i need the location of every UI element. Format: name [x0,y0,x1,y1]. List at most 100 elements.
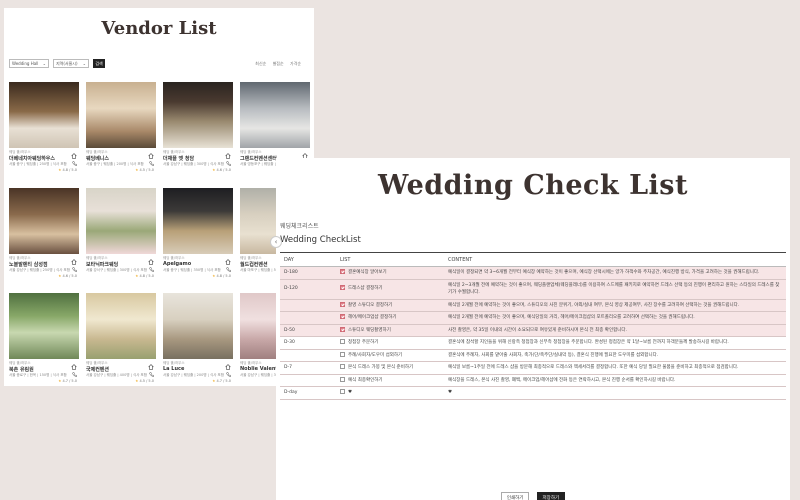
phone-icon[interactable] [149,161,154,166]
task-label: 스튜디오 웨딩촬영하기 [348,327,391,333]
phone-icon[interactable] [226,161,231,166]
sort-latest-link[interactable]: 최신순 [255,61,266,66]
checklist-row: 주례/사회자/도우미 섭외하기 결혼식에 주례자, 사회를 맡아줄 사회자, 축가… [280,349,786,362]
search-button[interactable]: 검색 [93,59,105,68]
task-label: 드레스샵 결정하기 [348,286,383,292]
vendor-card[interactable]: 웨딩 홀/하우스 Apelgamo 서울 중구 | 웨딩홀 | 350명 | 식사 … [163,188,233,286]
list-cell: 청첩장 주문하기 [336,336,444,350]
home-icon[interactable] [71,259,77,265]
list-cell: 헤어/메이크업샵 결정하기 [336,311,444,325]
home-icon[interactable] [225,153,231,159]
phone-icon[interactable] [72,372,77,377]
task-checkbox[interactable] [340,326,345,332]
task-checkbox[interactable] [340,314,345,319]
vendor-info: 서울 강남구 | 웨딩홀 | 300명 | 식사 포함 [163,162,224,166]
vendor-info: 서울 종로구 | 한옥 | 150명 | 식사 포함 [9,373,67,377]
vendor-photo[interactable] [163,188,233,254]
phone-icon[interactable] [226,267,231,272]
content-cell: 예식일 2개월 전에 예약하는 것이 좋으며, 예식당일의 거리, 헤어/메이크… [444,311,786,325]
vendor-photo[interactable] [163,293,233,359]
region-select[interactable]: 지역(서울시) ⌄ [53,59,89,68]
vendor-list-panel: Vendor List Wedding Hall ⌄ 지역(서울시) ⌄ 검색 … [4,8,314,386]
home-icon[interactable] [225,259,231,265]
vendor-card[interactable]: 웨딩 홀/하우스 국제컨벤션 서울 강남구 | 웨딩홀 | 400명 | 식사 포함… [86,293,156,386]
phone-icon[interactable] [72,161,77,166]
vendor-name[interactable]: 더채플 앳 청담 [163,155,194,162]
checklist-row: 예식 최종확인하기 예식장을 드레스, 본식 사진 촬영, 폐백, 메이크업/헤어… [280,374,786,387]
vendor-card[interactable]: 웨딩 홀/하우스 La Luce 서울 강남구 | 웨딩홀 | 200명 | 식사 … [163,293,233,386]
vendor-rating: ★ 4.8 / 5.0 [212,274,231,278]
save-button[interactable]: 저장하기 [536,492,566,500]
vendor-card[interactable]: 웨딩 홀/하우스 북촌 유림원 서울 종로구 | 한옥 | 150명 | 식사 포함… [9,293,79,386]
day-cell [280,311,336,325]
vendor-photo[interactable] [86,188,156,254]
vendor-name[interactable]: 웨딩베니스 [86,155,109,162]
vendor-name[interactable]: La Luce [163,366,184,372]
vendor-photo[interactable] [86,293,156,359]
vendor-card[interactable]: 웨딩 홀/하우스 노블발렌티 삼성점 서울 강남구 | 웨딩홀 | 250명 | 식… [9,188,79,286]
chevron-left-icon[interactable]: ‹ [270,236,282,248]
checklist-row: D-120 드레스샵 결정하기 예식일 2~3개월 전에 예약하는 것이 좋으며, … [280,279,786,300]
home-icon[interactable] [225,364,231,370]
category-select[interactable]: Wedding Hall ⌄ [9,59,49,68]
vendor-rating: ★ 4.7 / 5.0 [212,379,231,383]
vendor-name[interactable]: 노블발렌티 삼성점 [9,261,48,268]
vendor-card[interactable]: 웨딩 홀/하우스 더베네치아웨딩하우스 서울 중구 | 웨딩홀 | 250명 | 식… [9,82,79,180]
home-icon[interactable] [148,364,154,370]
vendor-photo[interactable] [240,82,310,148]
vendor-name[interactable]: 북촌 유림원 [9,366,34,373]
task-checkbox[interactable] [340,351,345,357]
vendor-card[interactable]: 웨딩 홀/하우스 보타닉파크웨딩 서울 강서구 | 웨딩홀 | 300명 | 식사 … [86,188,156,286]
list-cell: 주례/사회자/도우미 섭외하기 [336,349,444,362]
phone-icon[interactable] [149,267,154,272]
vendor-photo[interactable] [86,82,156,148]
checklist-row: D-7 본식 드레스 가봉 및 본식 준비하기 예식일 보름~1주일 전에 드레스 … [280,361,786,375]
vendor-name[interactable]: 월드컵컨벤션 [240,261,268,268]
checklist-subtitle: Wedding CheckList [280,235,361,245]
day-cell: D-50 [280,324,336,337]
content-cell: 예식일 2~3개월 전에 예약하는 것이 좋으며, 웨딩플랜업체(웨딩플래너)를… [444,279,786,300]
home-icon[interactable] [71,364,77,370]
home-icon[interactable] [148,259,154,265]
vendor-name[interactable]: Apelgamo [163,261,191,267]
task-checkbox[interactable] [340,364,345,369]
vendor-name[interactable]: 국제컨벤션 [86,366,109,373]
vendor-card[interactable]: 웨딩 홀/하우스 더채플 앳 청담 서울 강남구 | 웨딩홀 | 300명 | 식사… [163,82,233,180]
home-icon[interactable] [148,153,154,159]
list-cell: 촬영 스튜디오 결정하기 [336,299,444,312]
vendor-card[interactable]: 웨딩 홀/하우스 웨딩베니스 서울 중구 | 웨딩홀 | 200명 | 식사 포함 ★… [86,82,156,180]
phone-icon[interactable] [72,267,77,272]
phone-icon[interactable] [226,372,231,377]
task-label: ♥ [348,390,353,395]
phone-icon[interactable] [149,372,154,377]
star-icon: ★ [135,379,139,383]
vendor-rating: ★ 4.6 / 5.0 [212,168,231,172]
checklist-row: D-day ♥ ♥ [280,386,786,400]
task-checkbox[interactable] [340,339,345,344]
vendor-photo[interactable] [9,188,79,254]
checklist-row: D-50 스튜디오 웨딩촬영하기 사전 촬영은, 약 35일 이내의 시간이 소요되… [280,324,786,337]
sort-price-link[interactable]: 가격순 [290,61,301,66]
vendor-photo[interactable] [9,82,79,148]
sort-rating-link[interactable]: 별점순 [273,61,284,66]
vendor-name[interactable]: 보타닉파크웨딩 [86,261,118,268]
category-select-value: Wedding Hall [12,61,39,66]
task-checkbox[interactable] [340,301,345,307]
vendor-name[interactable]: 더베네치아웨딩하우스 [9,155,55,162]
task-checkbox[interactable] [340,389,345,394]
vendor-photo[interactable] [9,293,79,359]
task-checkbox[interactable] [340,285,345,291]
task-checkbox[interactable] [340,376,345,382]
task-label: 주례/사회자/도우미 섭외하기 [348,352,403,358]
task-label: 결혼예식장 알아보기 [348,270,387,275]
vendor-name[interactable]: Noblie Valenti [240,366,280,372]
vendor-photo[interactable] [163,82,233,148]
checklist-korean-title: 웨딩체크리스트 [280,223,319,230]
print-button[interactable]: 인쇄하기 [500,492,530,500]
home-icon[interactable] [71,153,77,159]
vendor-name[interactable]: 그랜드컨벤션센터 [240,155,277,162]
task-label: 헤어/메이크업샵 결정하기 [348,315,397,320]
content-cell: 예식일 보름~1주일 전에 드레스 샵을 방문해 최종적으로 드레스와 액세서리… [444,361,786,375]
vendor-rating: ★ 4.8 / 5.0 [135,274,154,278]
task-checkbox[interactable] [340,269,345,274]
